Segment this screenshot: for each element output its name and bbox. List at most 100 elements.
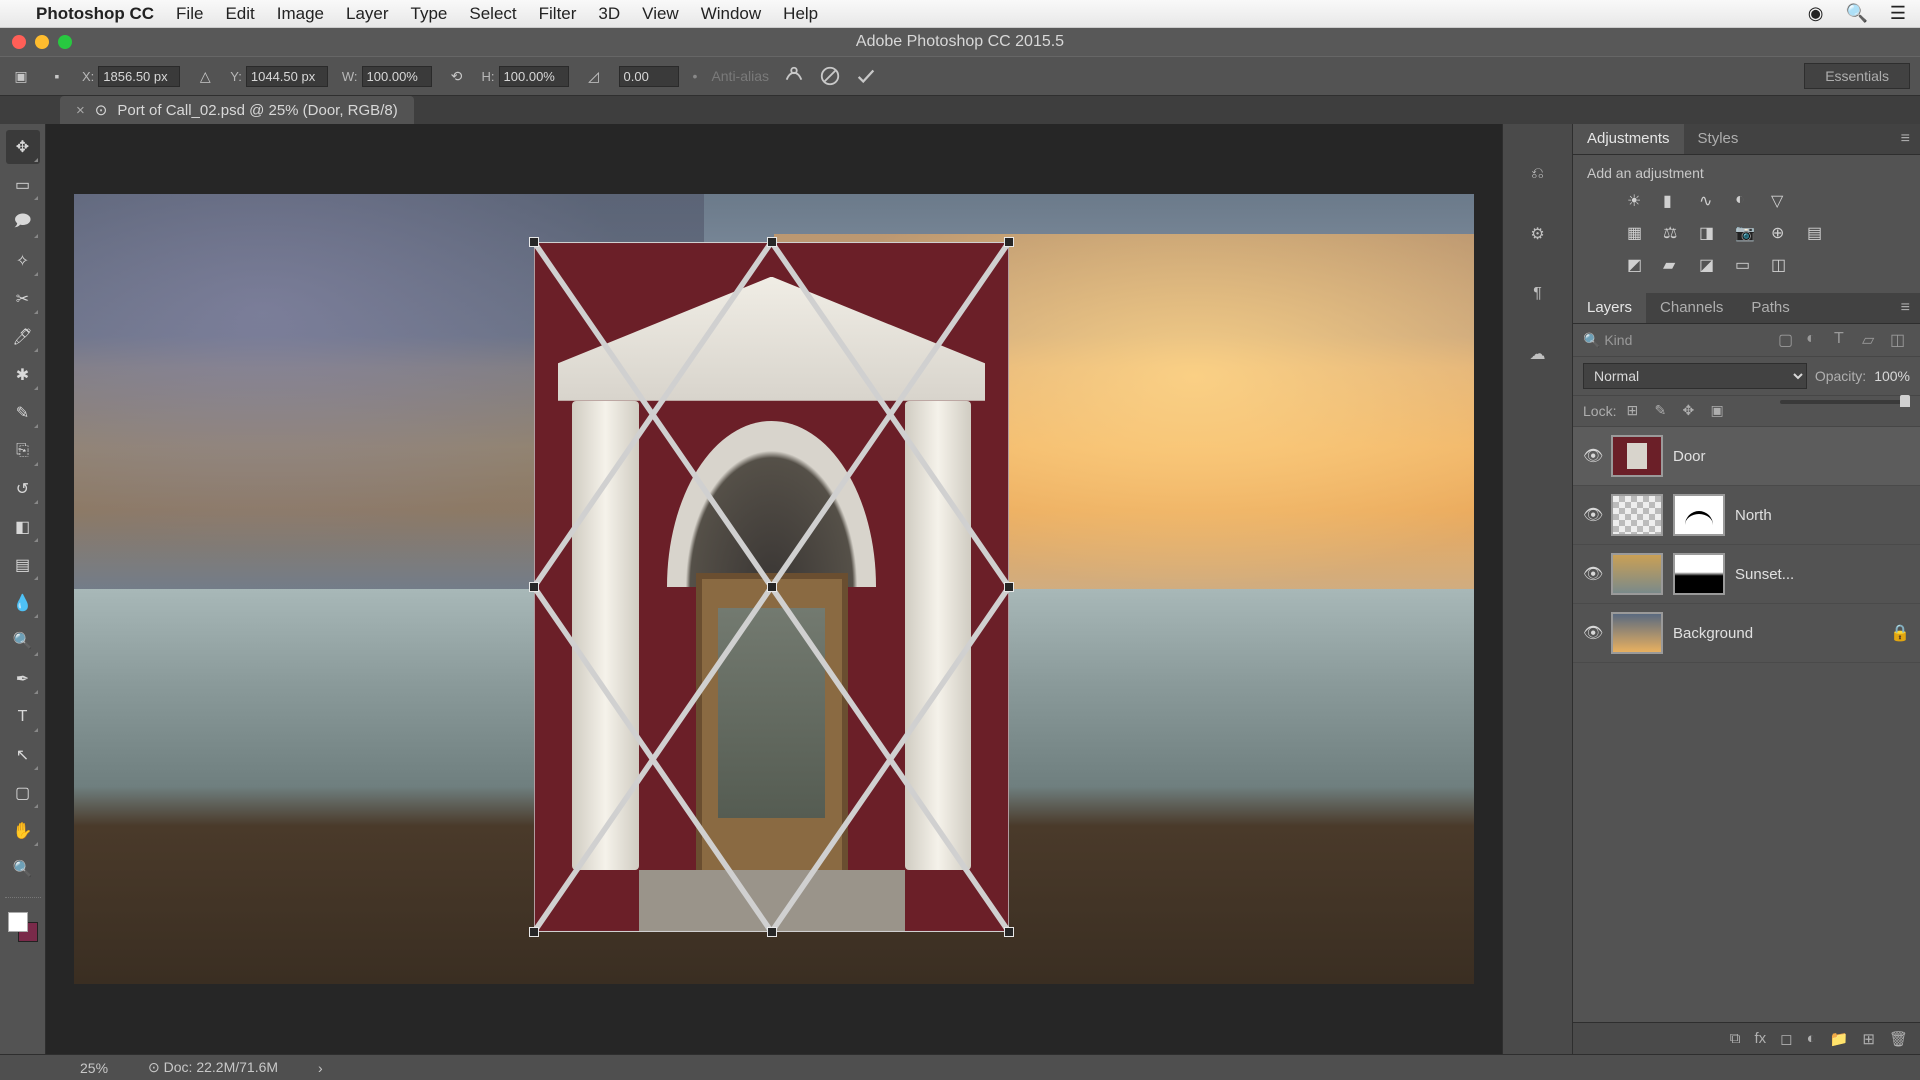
- tab-channels[interactable]: Channels: [1646, 293, 1737, 323]
- channel-mixer-icon[interactable]: ⊕: [1771, 223, 1793, 245]
- filter-adjustment-icon[interactable]: ◐: [1806, 330, 1826, 350]
- gradient-tool[interactable]: ▤: [6, 548, 40, 582]
- layer-filter-search[interactable]: 🔍 Kind: [1583, 332, 1632, 349]
- close-window-button[interactable]: [12, 35, 26, 49]
- rectangle-tool[interactable]: ▢: [6, 776, 40, 810]
- menu-select[interactable]: Select: [469, 4, 516, 24]
- history-brush-tool[interactable]: ↺: [6, 472, 40, 506]
- history-panel-icon[interactable]: ⎌: [1522, 158, 1554, 190]
- levels-icon[interactable]: ▮: [1663, 191, 1685, 213]
- opacity-slider-thumb[interactable]: [1900, 395, 1910, 407]
- zoom-level[interactable]: 25%: [80, 1060, 108, 1076]
- visibility-toggle[interactable]: 👁: [1583, 446, 1601, 466]
- warp-icon[interactable]: [783, 65, 805, 87]
- layer-name[interactable]: Background: [1673, 625, 1880, 642]
- reference-point-icon[interactable]: ▪: [46, 65, 68, 87]
- zoom-window-button[interactable]: [58, 35, 72, 49]
- visibility-toggle[interactable]: 👁: [1583, 505, 1601, 525]
- color-lookup-icon[interactable]: ▤: [1807, 223, 1829, 245]
- menu-list-icon[interactable]: ☰: [1890, 3, 1906, 24]
- filter-pixel-icon[interactable]: ▢: [1778, 330, 1798, 350]
- close-tab-icon[interactable]: ×: [76, 102, 85, 119]
- brightness-contrast-icon[interactable]: ☀: [1627, 191, 1649, 213]
- new-layer-icon[interactable]: ⊞: [1862, 1030, 1875, 1048]
- layer-thumbnail[interactable]: [1611, 553, 1663, 595]
- lock-transparency-icon[interactable]: ⊞: [1626, 402, 1644, 420]
- menu-help[interactable]: Help: [783, 4, 818, 24]
- doc-info[interactable]: Doc: 22.2M/71.6M: [164, 1059, 278, 1075]
- menu-3d[interactable]: 3D: [598, 4, 620, 24]
- app-name[interactable]: Photoshop CC: [36, 4, 154, 24]
- cancel-transform-button[interactable]: [819, 65, 841, 87]
- type-tool[interactable]: T: [6, 700, 40, 734]
- curves-icon[interactable]: ∿: [1699, 191, 1721, 213]
- visibility-toggle[interactable]: 👁: [1583, 623, 1601, 643]
- blend-mode-select[interactable]: Normal: [1583, 363, 1807, 389]
- cc-cloud-icon[interactable]: ◉: [1808, 3, 1824, 24]
- zoom-tool[interactable]: 🔍: [6, 852, 40, 886]
- layer-name[interactable]: North: [1735, 507, 1910, 524]
- commit-transform-button[interactable]: [855, 65, 877, 87]
- workspace-switcher[interactable]: Essentials: [1804, 63, 1910, 89]
- lock-position-icon[interactable]: ✥: [1682, 402, 1700, 420]
- filter-shape-icon[interactable]: ▱: [1862, 330, 1882, 350]
- tab-layers[interactable]: Layers: [1573, 293, 1646, 323]
- w-input[interactable]: [362, 66, 432, 87]
- layer-fx-icon[interactable]: fx: [1755, 1030, 1767, 1047]
- eraser-tool[interactable]: ◧: [6, 510, 40, 544]
- menu-layer[interactable]: Layer: [346, 4, 389, 24]
- visibility-toggle[interactable]: 👁: [1583, 564, 1601, 584]
- pen-tool[interactable]: ✒: [6, 662, 40, 696]
- layer-thumbnail[interactable]: [1611, 612, 1663, 654]
- magic-wand-tool[interactable]: ✧: [6, 244, 40, 278]
- layers-panel-menu-icon[interactable]: ≡: [1891, 293, 1920, 323]
- layer-row-door[interactable]: 👁 Door: [1573, 427, 1920, 486]
- opacity-slider-track[interactable]: [1780, 400, 1910, 404]
- menu-filter[interactable]: Filter: [539, 4, 577, 24]
- selective-color-icon[interactable]: ◫: [1771, 255, 1793, 277]
- brush-tool[interactable]: ✎: [6, 396, 40, 430]
- link-layers-icon[interactable]: ⧉: [1730, 1030, 1741, 1047]
- hand-tool[interactable]: ✋: [6, 814, 40, 848]
- layer-mask-thumbnail[interactable]: [1673, 553, 1725, 595]
- menu-image[interactable]: Image: [277, 4, 324, 24]
- gradient-map-icon[interactable]: ▭: [1735, 255, 1757, 277]
- character-panel-icon[interactable]: ¶: [1522, 278, 1554, 310]
- menu-window[interactable]: Window: [701, 4, 761, 24]
- exposure-icon[interactable]: ◐: [1735, 191, 1757, 213]
- layer-row-sunset[interactable]: 👁 Sunset...: [1573, 545, 1920, 604]
- color-balance-icon[interactable]: ⚖: [1663, 223, 1685, 245]
- filter-type-icon[interactable]: T: [1834, 330, 1854, 350]
- lasso-tool[interactable]: 🗩: [6, 206, 40, 240]
- tab-adjustments[interactable]: Adjustments: [1573, 124, 1684, 154]
- delete-layer-icon[interactable]: 🗑: [1889, 1030, 1908, 1048]
- tab-paths[interactable]: Paths: [1737, 293, 1803, 323]
- transform-tool-icon[interactable]: ▣: [10, 65, 32, 87]
- bw-icon[interactable]: ◨: [1699, 223, 1721, 245]
- marquee-tool[interactable]: ▭: [6, 168, 40, 202]
- adjustments-panel-menu-icon[interactable]: ≡: [1891, 124, 1920, 154]
- tab-styles[interactable]: Styles: [1684, 124, 1753, 154]
- layer-name[interactable]: Sunset...: [1735, 566, 1910, 583]
- swap-xy-icon[interactable]: △: [194, 65, 216, 87]
- layer-mask-thumbnail[interactable]: [1673, 494, 1725, 536]
- document-tab[interactable]: × ⊙ Port of Call_02.psd @ 25% (Door, RGB…: [60, 96, 414, 124]
- posterize-icon[interactable]: ▰: [1663, 255, 1685, 277]
- layer-name[interactable]: Door: [1673, 448, 1910, 465]
- layer-thumbnail[interactable]: [1611, 435, 1663, 477]
- clone-stamp-tool[interactable]: ⎘: [6, 434, 40, 468]
- crop-tool[interactable]: ✂: [6, 282, 40, 316]
- layer-thumbnail[interactable]: [1611, 494, 1663, 536]
- filter-smart-icon[interactable]: ◫: [1890, 330, 1910, 350]
- status-arrow-icon[interactable]: ›: [318, 1060, 323, 1076]
- lock-artboard-icon[interactable]: ▣: [1710, 402, 1728, 420]
- link-wh-icon[interactable]: ⟲: [446, 65, 468, 87]
- h-input[interactable]: [499, 66, 569, 87]
- lock-pixels-icon[interactable]: ✎: [1654, 402, 1672, 420]
- move-tool[interactable]: ✥: [6, 130, 40, 164]
- libraries-panel-icon[interactable]: ☁: [1522, 338, 1554, 370]
- new-group-icon[interactable]: 📁: [1830, 1030, 1849, 1048]
- menu-edit[interactable]: Edit: [225, 4, 254, 24]
- color-swatch[interactable]: [8, 912, 38, 942]
- menu-view[interactable]: View: [642, 4, 679, 24]
